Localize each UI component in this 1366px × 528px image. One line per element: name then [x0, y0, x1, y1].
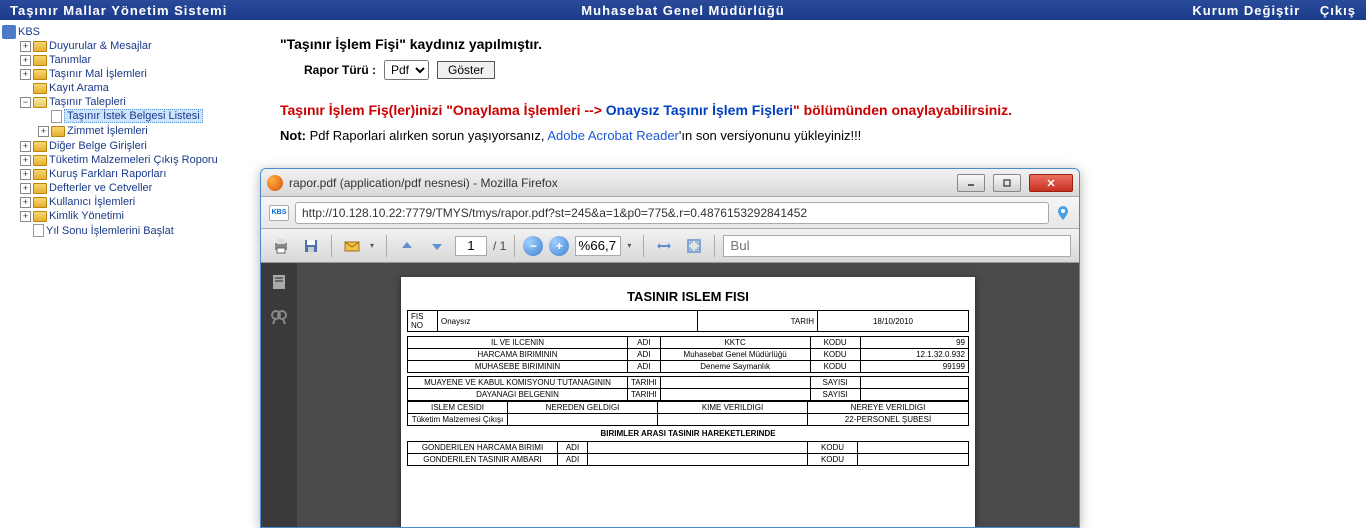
folder-icon [33, 69, 47, 80]
folder-icon [33, 183, 47, 194]
report-type-label: Rapor Türü : [304, 63, 376, 77]
fullscreen-icon[interactable] [682, 234, 706, 258]
popup-titlebar[interactable]: rapor.pdf (application/pdf nesnesi) - Mo… [261, 169, 1079, 197]
report-type-select[interactable]: Pdf [384, 60, 429, 80]
maximize-button[interactable] [993, 174, 1021, 192]
page-down-icon[interactable] [425, 234, 449, 258]
close-button[interactable] [1029, 174, 1073, 192]
page-icon [33, 224, 44, 237]
change-institution-link[interactable]: Kurum Değiştir [1192, 3, 1300, 18]
print-icon[interactable] [269, 234, 293, 258]
page-total: / 1 [493, 239, 506, 253]
pdf-section-title: BIRIMLER ARASI TASINIR HAREKETLERINDE [401, 426, 975, 441]
tree-item[interactable]: +Diğer Belge Girişleri [20, 140, 258, 152]
zoom-in-button[interactable]: + [549, 236, 569, 256]
pdf-doc-title: TASINIR ISLEM FISI [401, 289, 975, 304]
tree-item[interactable]: Yıl Sonu İşlemlerini Başlat [20, 224, 258, 237]
minimize-button[interactable] [957, 174, 985, 192]
fit-width-icon[interactable] [652, 234, 676, 258]
dropdown-icon[interactable]: ▾ [627, 241, 635, 250]
firefox-icon [267, 175, 283, 191]
tree-item[interactable]: +Kimlik Yönetimi [20, 210, 258, 222]
app-title: Taşınır Mallar Yönetim Sistemi [10, 3, 227, 18]
logout-link[interactable]: Çıkış [1320, 3, 1356, 18]
tree-subitem[interactable]: +Zimmet İşlemleri [38, 125, 258, 137]
acrobat-link[interactable]: Adobe Acrobat Reader [547, 128, 679, 143]
popup-title: rapor.pdf (application/pdf nesnesi) - Mo… [289, 176, 949, 190]
note-line: Not: Pdf Raporlari alırken sorun yaşıyor… [280, 128, 1346, 143]
mail-icon[interactable] [340, 234, 364, 258]
pdf-popup-window: rapor.pdf (application/pdf nesnesi) - Mo… [260, 168, 1080, 528]
site-favicon: KBS [269, 205, 289, 221]
tree-item[interactable]: +Tanımlar [20, 54, 258, 66]
page-icon [51, 110, 62, 123]
tree-item-expanded[interactable]: −Taşınır Talepleri [20, 96, 258, 108]
content-area: "Taşınır İşlem Fişi" kaydınız yapılmıştı… [260, 20, 1366, 524]
folder-icon [51, 126, 65, 137]
search-icon[interactable] [268, 307, 290, 329]
approve-hint: Taşınır İşlem Fiş(ler)inizi "Onaylama İş… [280, 102, 1346, 118]
find-input[interactable] [723, 235, 1071, 257]
address-bar-row: KBS http://10.128.10.22:7779/TMYS/tmys/r… [261, 197, 1079, 229]
page-up-icon[interactable] [395, 234, 419, 258]
tree-subitem-selected[interactable]: Taşınır İstek Belgesi Listesi [38, 109, 258, 123]
thumbnails-icon[interactable] [268, 271, 290, 293]
folder-icon [33, 211, 47, 222]
folder-icon [33, 155, 47, 166]
zoom-out-button[interactable]: − [523, 236, 543, 256]
folder-icon [33, 197, 47, 208]
tree-item[interactable]: +Kuruş Farkları Raporları [20, 168, 258, 180]
folder-icon [33, 169, 47, 180]
folder-open-icon [33, 97, 47, 108]
kbs-icon [2, 25, 16, 39]
zoom-input[interactable] [575, 236, 621, 256]
show-button[interactable]: Göster [437, 61, 495, 79]
folder-icon [33, 141, 47, 152]
org-title: Muhasebat Genel Müdürlüğü [581, 3, 784, 18]
top-bar: Taşınır Mallar Yönetim Sistemi Muhasebat… [0, 0, 1366, 20]
tree-item[interactable]: +Duyurular & Mesajlar [20, 40, 258, 52]
sidebar-tree: KBS +Duyurular & Mesajlar +Tanımlar +Taş… [0, 20, 260, 524]
tree-root[interactable]: KBS [2, 25, 258, 39]
dropdown-icon[interactable]: ▾ [370, 241, 378, 250]
location-icon[interactable] [1055, 205, 1071, 221]
saved-message: "Taşınır İşlem Fişi" kaydınız yapılmıştı… [280, 36, 1346, 52]
pdf-viewer[interactable]: TASINIR ISLEM FISI FIS NO Onaysız TARIH … [297, 263, 1079, 527]
tree-item[interactable]: +Kullanıcı İşlemleri [20, 196, 258, 208]
address-bar[interactable]: http://10.128.10.22:7779/TMYS/tmys/rapor… [295, 202, 1049, 224]
tree-item[interactable]: +Defterler ve Cetveller [20, 182, 258, 194]
tree-item[interactable]: +Tüketim Malzemeleri Çıkış Roporu [20, 154, 258, 166]
pdf-page: TASINIR ISLEM FISI FIS NO Onaysız TARIH … [401, 277, 975, 527]
folder-icon [33, 55, 47, 66]
pdf-sidebar [261, 263, 297, 527]
pdf-toolbar: ▾ / 1 − + ▾ [261, 229, 1079, 263]
save-icon[interactable] [299, 234, 323, 258]
tree-item[interactable]: +Taşınır Mal İşlemleri [20, 68, 258, 80]
tree-item[interactable]: Kayıt Arama [20, 82, 258, 94]
folder-icon [33, 83, 47, 94]
folder-icon [33, 41, 47, 52]
page-input[interactable] [455, 236, 487, 256]
